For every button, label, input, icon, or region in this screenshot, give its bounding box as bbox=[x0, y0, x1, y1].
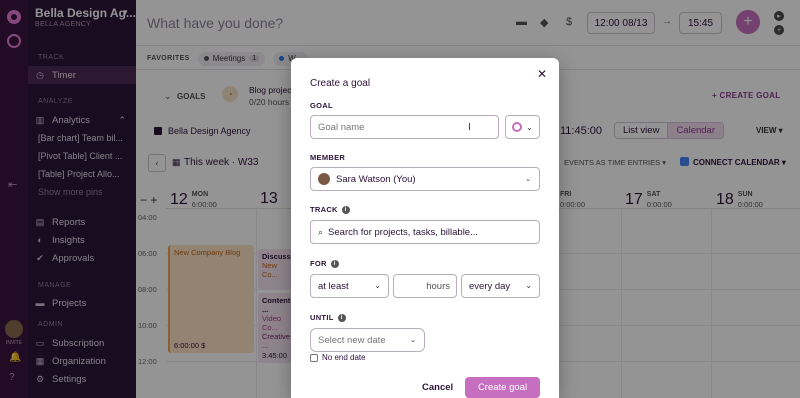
goal-label-text: GOAL bbox=[310, 101, 333, 110]
chevron-down-icon: ⌄ bbox=[410, 337, 416, 344]
checkbox-icon[interactable] bbox=[310, 353, 318, 362]
goal-icon-picker[interactable]: ⌄ bbox=[505, 115, 540, 139]
chevron-down-icon: ⌄ bbox=[374, 281, 381, 290]
info-icon[interactable]: i bbox=[330, 259, 339, 268]
chevron-down-icon: ⌄ bbox=[525, 176, 531, 183]
until-date-placeholder: Select new date bbox=[318, 334, 386, 346]
text-cursor-icon: I bbox=[468, 122, 471, 133]
for-label-text: FOR bbox=[310, 259, 327, 268]
info-icon[interactable]: i bbox=[341, 205, 350, 214]
app-window: ⇤ INVITE 🔔 ? Bella Design Ag... ▾ BELLA … bbox=[0, 0, 800, 398]
goal-target-icon bbox=[512, 122, 523, 132]
track-label: TRACK i bbox=[310, 205, 350, 214]
goal-name-placeholder: Goal name bbox=[318, 121, 365, 133]
no-end-date-label: No end date bbox=[322, 353, 366, 362]
cancel-button[interactable]: Cancel bbox=[422, 382, 453, 393]
search-icon: ⌕ bbox=[318, 226, 324, 237]
frequency-value: every day bbox=[469, 280, 511, 292]
track-search-placeholder: Search for projects, tasks, billable... bbox=[328, 226, 479, 238]
for-mode-select[interactable]: at least ⌄ bbox=[310, 274, 389, 298]
create-goal-modal: Create a goal ✕ GOAL Goal name I ⌄ MEMBE… bbox=[291, 58, 559, 398]
for-mode-value: at least bbox=[318, 280, 349, 292]
frequency-select[interactable]: every day ⌄ bbox=[461, 274, 540, 298]
no-end-date-checkbox[interactable]: No end date bbox=[310, 353, 366, 362]
member-select[interactable]: Sara Watson (You) ⌄ bbox=[310, 167, 540, 191]
member-label-text: MEMBER bbox=[310, 153, 346, 162]
info-icon[interactable]: i bbox=[337, 313, 346, 322]
track-label-text: TRACK bbox=[310, 205, 338, 214]
until-date-select[interactable]: Select new date ⌄ bbox=[310, 328, 425, 352]
until-label-text: UNTIL bbox=[310, 313, 334, 322]
goal-name-input[interactable]: Goal name I bbox=[310, 115, 499, 139]
chevron-down-icon: ⌄ bbox=[525, 281, 532, 290]
for-label: FOR i bbox=[310, 259, 339, 268]
hours-placeholder: hours bbox=[426, 280, 450, 292]
avatar bbox=[318, 173, 330, 185]
chevron-down-icon: ⌄ bbox=[526, 122, 533, 132]
modal-title: Create a goal bbox=[310, 78, 371, 89]
close-icon[interactable]: ✕ bbox=[537, 67, 547, 81]
track-search-input[interactable]: ⌕ Search for projects, tasks, billable..… bbox=[310, 220, 540, 244]
member-value: Sara Watson (You) bbox=[336, 173, 416, 185]
create-goal-button[interactable]: Create goal bbox=[465, 377, 540, 398]
member-label: MEMBER bbox=[310, 153, 345, 162]
hours-input[interactable]: hours bbox=[393, 274, 457, 298]
goal-label: GOAL bbox=[310, 101, 333, 110]
until-label: UNTIL i bbox=[310, 313, 346, 322]
